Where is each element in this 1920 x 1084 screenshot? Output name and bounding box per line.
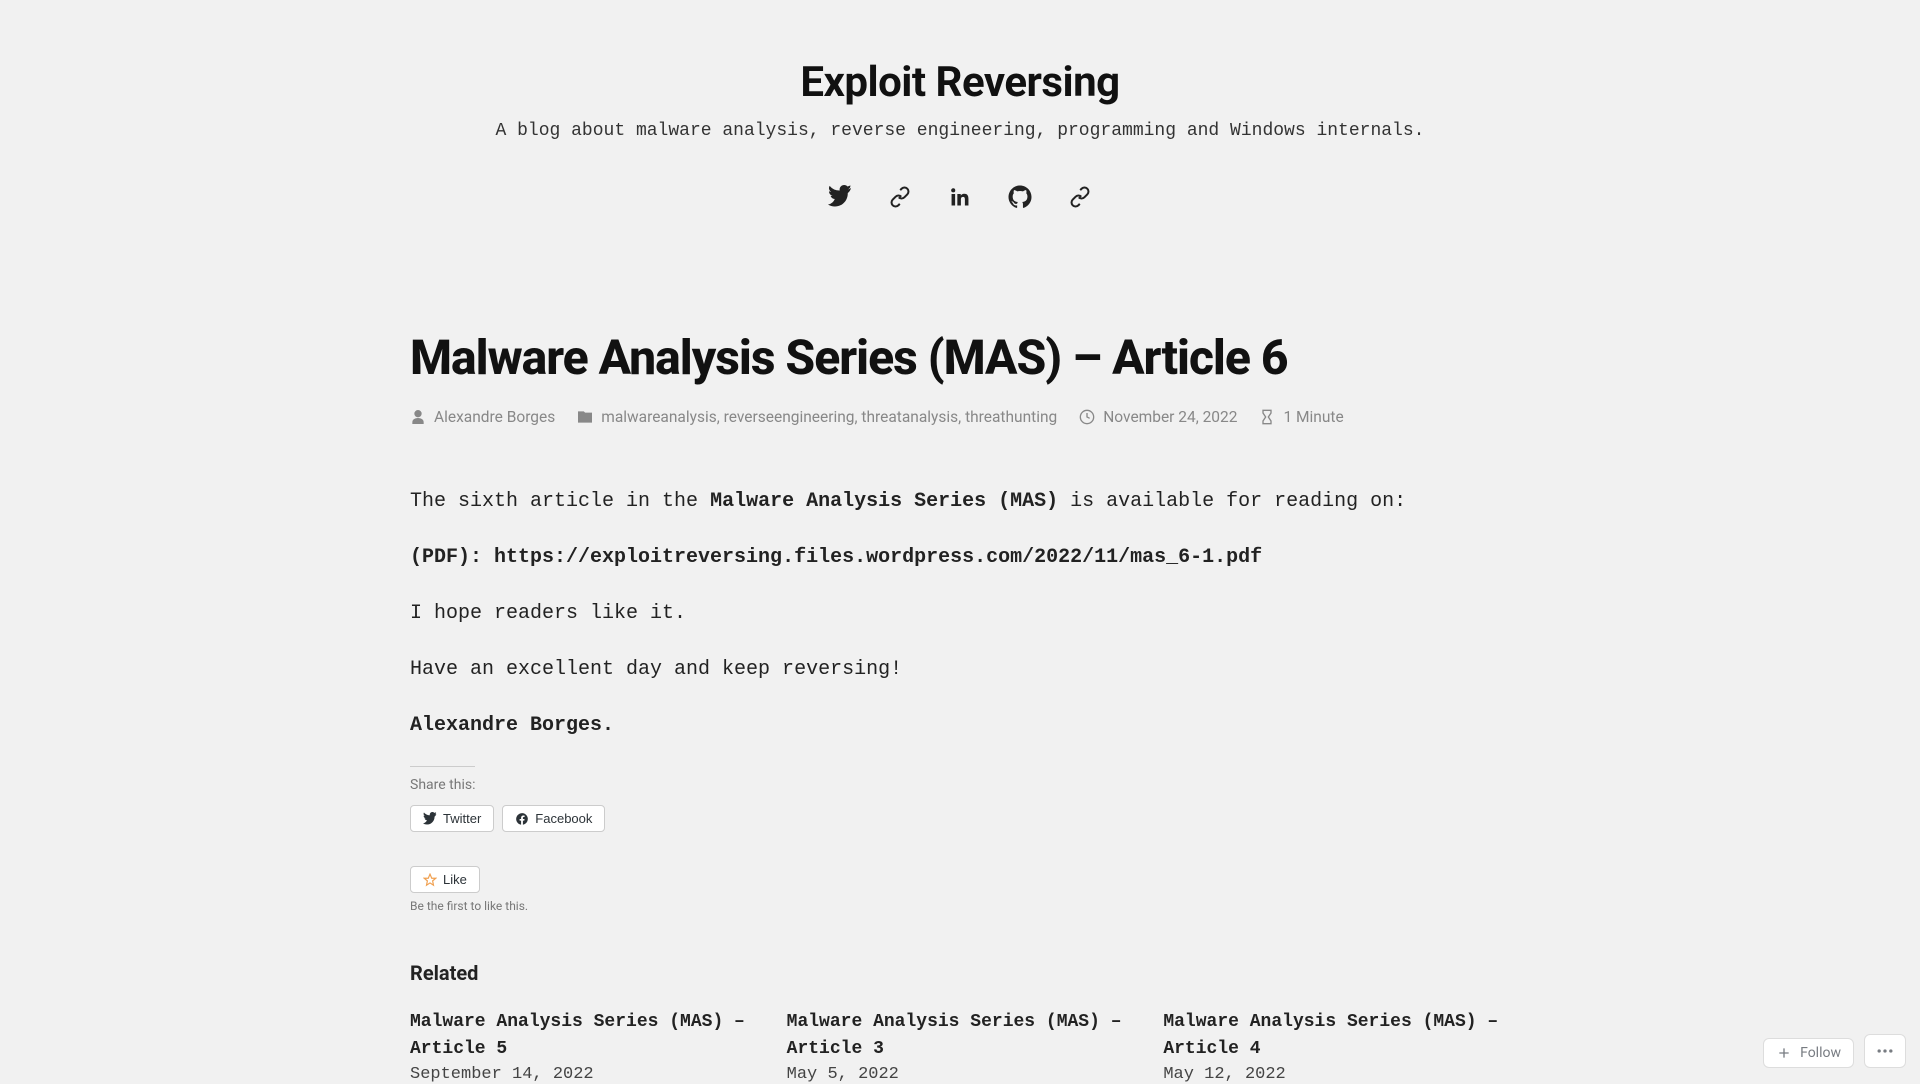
more-button[interactable]	[1864, 1034, 1906, 1068]
pdf-link[interactable]: https://exploitreversing.files.wordpress…	[494, 546, 1262, 569]
body-p2-label: (PDF):	[410, 546, 494, 569]
like-button[interactable]: Like	[410, 866, 480, 893]
share-twitter-label: Twitter	[443, 811, 481, 826]
follow-button[interactable]: Follow	[1763, 1038, 1854, 1068]
related-item[interactable]: Malware Analysis Series (MAS) – Article …	[410, 1009, 757, 1084]
tag-link[interactable]: malwareanalysis	[601, 408, 717, 426]
signature-text: Alexandre Borges.	[410, 714, 614, 737]
meta-tags-group: malwareanalysis, reverseengineering, thr…	[577, 408, 1057, 426]
body-p1-bold: Malware Analysis Series (MAS)	[710, 490, 1058, 513]
body-p1-suffix: is available for reading on:	[1058, 490, 1406, 513]
share-twitter-button[interactable]: Twitter	[410, 805, 494, 832]
twitter-icon[interactable]	[826, 183, 854, 211]
clock-icon	[1079, 409, 1095, 425]
related-heading: Related	[410, 961, 1510, 985]
article-body: The sixth article in the Malware Analysi…	[410, 486, 1510, 742]
link-icon[interactable]	[886, 183, 914, 211]
meta-author[interactable]: Alexandre Borges	[434, 408, 555, 426]
star-icon	[423, 873, 437, 887]
social-nav	[350, 183, 1570, 211]
meta-readtime: 1 Minute	[1283, 408, 1343, 426]
tag-link[interactable]: reverseengineering	[724, 408, 855, 426]
site-header: Exploit Reversing A blog about malware a…	[350, 0, 1570, 211]
tag-link[interactable]: threathunting	[965, 408, 1057, 426]
related-item-title: Malware Analysis Series (MAS) – Article …	[1163, 1009, 1510, 1063]
share-block: Share this: Twitter Facebook	[410, 766, 1510, 832]
related-item-title: Malware Analysis Series (MAS) – Article …	[787, 1009, 1134, 1063]
related-grid: Malware Analysis Series (MAS) – Article …	[410, 1009, 1510, 1084]
body-p4: Have an excellent day and keep reversing…	[410, 654, 1510, 686]
hourglass-icon	[1259, 409, 1275, 425]
site-title[interactable]: Exploit Reversing	[350, 58, 1570, 107]
article-meta: Alexandre Borges malwareanalysis, revers…	[410, 408, 1510, 426]
related-item[interactable]: Malware Analysis Series (MAS) – Article …	[787, 1009, 1134, 1084]
body-signature: Alexandre Borges.	[410, 710, 1510, 742]
meta-readtime-group: 1 Minute	[1259, 408, 1343, 426]
article-title: Malware Analysis Series (MAS) – Article …	[410, 329, 1510, 386]
share-label: Share this:	[410, 766, 475, 793]
related-item-date: September 14, 2022	[410, 1065, 757, 1084]
share-facebook-label: Facebook	[535, 811, 592, 826]
link-icon[interactable]	[1066, 183, 1094, 211]
like-button-label: Like	[443, 872, 467, 887]
related-item-date: May 5, 2022	[787, 1065, 1134, 1084]
body-p1: The sixth article in the Malware Analysi…	[410, 486, 1510, 518]
linkedin-icon[interactable]	[946, 183, 974, 211]
related-item[interactable]: Malware Analysis Series (MAS) – Article …	[1163, 1009, 1510, 1084]
meta-date[interactable]: November 24, 2022	[1103, 408, 1237, 426]
tag-link[interactable]: threatanalysis	[861, 408, 958, 426]
body-p1-prefix: The sixth article in the	[410, 490, 710, 513]
plus-icon	[1776, 1045, 1792, 1061]
article: Malware Analysis Series (MAS) – Article …	[350, 329, 1570, 1084]
like-section: Like Be the first to like this.	[410, 866, 1510, 913]
folder-icon	[577, 409, 593, 425]
twitter-icon	[423, 812, 437, 826]
dots-icon	[1875, 1041, 1895, 1061]
site-tagline: A blog about malware analysis, reverse e…	[350, 121, 1570, 141]
related-item-title: Malware Analysis Series (MAS) – Article …	[410, 1009, 757, 1063]
meta-date-group: November 24, 2022	[1079, 408, 1237, 426]
meta-author-group: Alexandre Borges	[410, 408, 555, 426]
like-note: Be the first to like this.	[410, 899, 1510, 913]
facebook-icon	[515, 812, 529, 826]
follow-label: Follow	[1800, 1045, 1841, 1061]
user-icon	[410, 409, 426, 425]
github-icon[interactable]	[1006, 183, 1034, 211]
share-buttons: Twitter Facebook	[410, 805, 1510, 832]
body-p3: I hope readers like it.	[410, 598, 1510, 630]
related-section: Related Malware Analysis Series (MAS) – …	[410, 961, 1510, 1084]
body-p2: (PDF): https://exploitreversing.files.wo…	[410, 542, 1510, 574]
meta-tags: malwareanalysis, reverseengineering, thr…	[601, 408, 1057, 426]
share-facebook-button[interactable]: Facebook	[502, 805, 605, 832]
related-item-date: May 12, 2022	[1163, 1065, 1510, 1084]
